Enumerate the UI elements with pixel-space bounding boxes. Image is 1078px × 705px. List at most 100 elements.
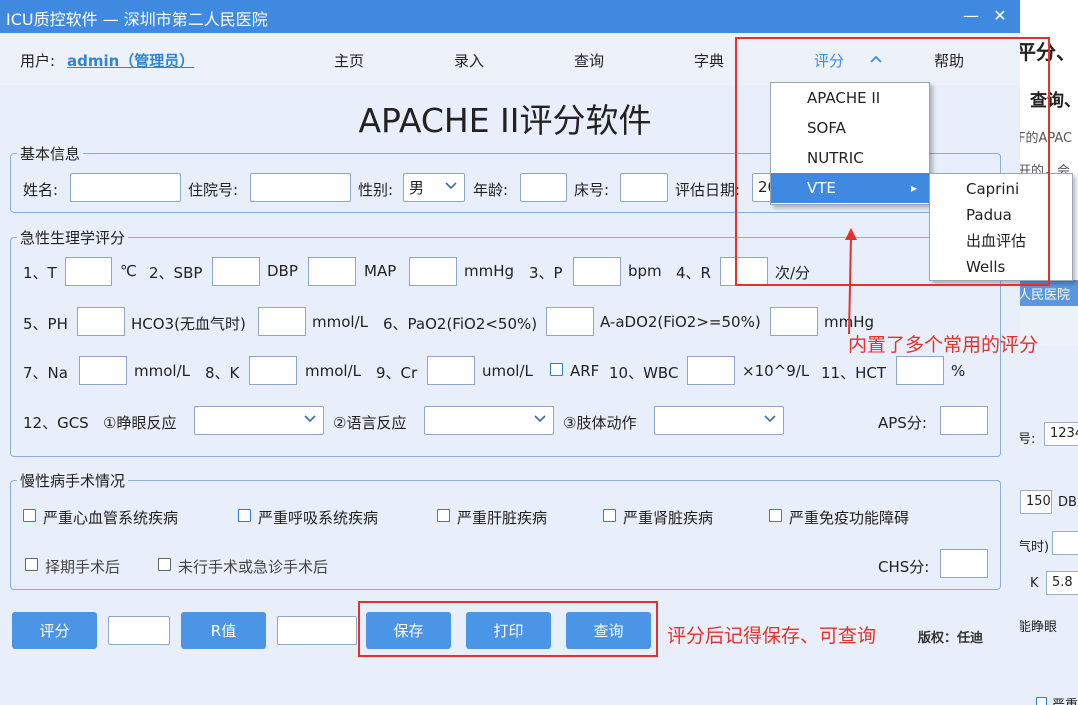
print-button[interactable]: 打印 <box>466 612 551 649</box>
chevron-up-icon[interactable] <box>869 53 883 65</box>
sbp-input[interactable] <box>212 257 260 286</box>
bg-field: 1234 <box>1044 422 1078 446</box>
menu-item-padua[interactable]: Padua <box>930 202 1072 228</box>
window-title: ICU质控软件 — 深圳市第二人民医院 <box>6 10 268 29</box>
menu-entry[interactable]: 录入 <box>454 50 484 71</box>
chronic-checkbox[interactable] <box>603 509 616 522</box>
score-result-input[interactable] <box>108 616 170 645</box>
arf-checkbox[interactable] <box>550 363 563 376</box>
chronic-checkbox[interactable] <box>437 509 450 522</box>
menu-item-wells[interactable]: Wells <box>930 254 1072 280</box>
bg-body: 号: 1234 150 DB 气时) K 5.8 能睁眼 严重 <box>1018 346 1078 705</box>
na-input[interactable] <box>79 356 127 385</box>
annotation-save-note: 评分后记得保存、可查询 <box>667 625 877 647</box>
chronic-label: 严重肾脏疾病 <box>623 509 714 527</box>
ph-label: 5、PH <box>23 315 68 333</box>
minimize-button[interactable]: — <box>960 5 982 27</box>
close-button[interactable]: ✕ <box>989 5 1011 27</box>
bg-field <box>1052 531 1078 555</box>
dbp-input[interactable] <box>308 257 356 286</box>
r-input[interactable] <box>720 257 768 286</box>
ph-input[interactable] <box>77 307 125 336</box>
dbp-label: DBP <box>267 262 298 280</box>
surgery-label: 未行手术或急诊手术后 <box>178 558 329 576</box>
chronic-label: 严重呼吸系统疾病 <box>258 509 379 527</box>
menu-item-vte[interactable]: VTE ▸ <box>771 173 929 203</box>
chronic-checkbox[interactable] <box>238 509 251 522</box>
menu-item-apache[interactable]: APACHE II <box>771 83 929 113</box>
menu-query[interactable]: 查询 <box>574 50 604 71</box>
wbc-unit: ×10^9/L <box>742 362 810 380</box>
motor-select[interactable] <box>654 406 784 435</box>
group-legend: 急性生理学评分 <box>20 229 126 247</box>
bg-subheading: 查询、 <box>1030 91 1078 111</box>
chs-score-label: CHS分: <box>878 558 930 576</box>
p-input[interactable] <box>573 257 621 286</box>
menu-item-sofa[interactable]: SOFA <box>771 113 929 143</box>
wbc-input[interactable] <box>687 356 735 385</box>
menu-home[interactable]: 主页 <box>334 50 364 71</box>
pao2-label: 6、PaO2(FiO2<50%) <box>383 315 538 333</box>
menu-dictionary[interactable]: 字典 <box>694 50 724 71</box>
eye-select[interactable] <box>194 406 324 435</box>
wbc-label: 10、WBC <box>609 364 679 382</box>
bed-input[interactable] <box>620 173 668 202</box>
group-legend: 慢性病手术情况 <box>20 472 126 490</box>
verbal-select[interactable] <box>424 406 554 435</box>
chronic-checkbox[interactable] <box>769 509 782 522</box>
chs-score-input[interactable] <box>940 549 988 578</box>
chevron-down-icon <box>445 182 457 190</box>
cr-input[interactable] <box>427 356 475 385</box>
annotation-menu-note: 内置了多个常用的评分 <box>848 334 1039 356</box>
chronic-disease-group: 慢性病手术情况 <box>10 470 1001 590</box>
query-button[interactable]: 查询 <box>566 612 651 649</box>
gender-select[interactable]: 男 <box>403 173 465 202</box>
aps-score-input[interactable] <box>940 406 988 435</box>
title-bar: ICU质控软件 — 深圳市第二人民医院 — ✕ <box>0 0 1020 33</box>
chevron-down-icon <box>764 415 776 423</box>
k-input[interactable] <box>249 356 297 385</box>
bg-heading: 平分、 <box>1018 40 1076 64</box>
pao2-input[interactable] <box>546 307 594 336</box>
r-value-button[interactable]: R值 <box>181 612 266 649</box>
eye-label: ①睁眼反应 <box>103 414 177 432</box>
t-input[interactable] <box>65 257 112 286</box>
bpm-unit: bpm <box>628 262 662 280</box>
t-unit: ℃ <box>120 262 137 280</box>
menu-item-nutric[interactable]: NUTRIC <box>771 143 929 173</box>
score-button[interactable]: 评分 <box>12 612 97 649</box>
submenu-arrow-icon: ▸ <box>911 181 918 195</box>
age-input[interactable] <box>520 173 567 202</box>
map-input[interactable] <box>409 257 457 286</box>
vte-submenu: Caprini Padua 出血评估 Wells <box>929 173 1073 281</box>
bg-field: 5.8 <box>1046 571 1078 595</box>
aado2-input[interactable] <box>770 307 818 336</box>
verbal-label: ②语言反应 <box>333 414 407 432</box>
bed-label: 床号: <box>574 181 610 199</box>
user-label: 用户: <box>20 52 56 70</box>
name-input[interactable] <box>70 173 181 202</box>
chronic-checkbox[interactable] <box>23 509 36 522</box>
user-name-link[interactable]: admin（管理员） <box>67 50 194 71</box>
surgery-checkbox[interactable] <box>158 558 171 571</box>
menu-score[interactable]: 评分 <box>814 50 844 71</box>
chronic-label: 严重免疫功能障碍 <box>789 509 910 527</box>
score-dropdown-menu: APACHE II SOFA NUTRIC VTE ▸ <box>770 82 930 205</box>
admission-input[interactable] <box>250 173 351 202</box>
menu-item-bleeding[interactable]: 出血评估 <box>930 228 1072 254</box>
hct-input[interactable] <box>896 356 944 385</box>
gcs-label: 12、GCS <box>23 414 89 432</box>
r-value-input[interactable] <box>277 616 357 645</box>
aado2-label: A-aDO2(FiO2>=50%) <box>600 313 761 331</box>
menu-item-vte-label: VTE <box>807 179 836 197</box>
hco3-input[interactable] <box>258 307 306 336</box>
age-label: 年龄: <box>473 181 509 199</box>
save-button[interactable]: 保存 <box>366 612 451 649</box>
chronic-label: 严重肝脏疾病 <box>457 509 548 527</box>
surgery-checkbox[interactable] <box>25 558 38 571</box>
admission-label: 住院号: <box>188 181 239 199</box>
k-unit: mmol/L <box>305 362 361 380</box>
menu-item-caprini[interactable]: Caprini <box>930 176 1072 202</box>
menu-help[interactable]: 帮助 <box>934 50 964 71</box>
copyright-text: 版权：任迪 <box>918 631 984 646</box>
